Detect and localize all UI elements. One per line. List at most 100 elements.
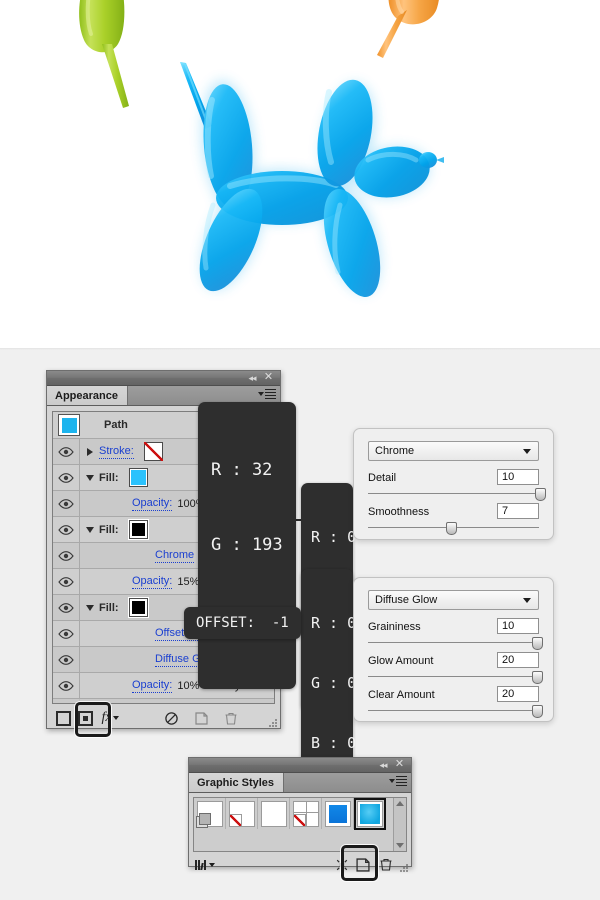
opacity-label[interactable]: Opacity: bbox=[132, 575, 173, 589]
tooltip-line-r: R : 32 bbox=[211, 460, 273, 480]
graphic-style-swatch-none[interactable] bbox=[228, 800, 255, 827]
graininess-field: Graininess 10 bbox=[368, 618, 543, 650]
fill-swatch-blue[interactable] bbox=[128, 468, 148, 487]
visibility-eye-icon[interactable] bbox=[53, 543, 80, 568]
glow-amount-slider[interactable] bbox=[368, 671, 543, 684]
chrome-smoothness-field: Smoothness 7 bbox=[368, 503, 539, 535]
diffuse-glow-effect-name: Diffuse Glow bbox=[375, 594, 438, 606]
disclosure-triangle[interactable] bbox=[80, 517, 99, 542]
chrome-effect-name: Chrome bbox=[375, 445, 415, 457]
new-graphic-style-icon[interactable] bbox=[355, 857, 371, 873]
graininess-value[interactable]: 10 bbox=[497, 618, 539, 634]
visibility-eye-icon[interactable] bbox=[53, 517, 80, 542]
clear-amount-field: Clear Amount 20 bbox=[368, 686, 543, 718]
screenshot-root: ◂◂ ✕ Appearance Path Stroke: Fill: Opaci… bbox=[0, 0, 600, 900]
appearance-row-opacity-default[interactable]: Opacity: Default bbox=[53, 699, 274, 703]
diffuse-glow-effect-select[interactable]: Diffuse Glow bbox=[368, 590, 539, 610]
chrome-smoothness-value[interactable]: 7 bbox=[497, 503, 539, 519]
graphic-style-cell-blue[interactable] bbox=[322, 798, 354, 829]
visibility-eye-icon[interactable] bbox=[53, 595, 80, 620]
graphic-style-cell-grid[interactable] bbox=[290, 798, 322, 829]
graphic-style-swatch-blue[interactable] bbox=[324, 800, 351, 827]
tooltip-line-g: G : 193 bbox=[211, 535, 283, 555]
stroke-label[interactable]: Stroke: bbox=[99, 445, 134, 459]
appearance-panel-titlebar[interactable]: ◂◂ ✕ bbox=[47, 371, 280, 386]
visibility-eye-icon-disabled[interactable] bbox=[53, 699, 80, 703]
fill-swatch-black[interactable] bbox=[128, 520, 148, 539]
graphic-styles-titlebar[interactable]: ◂◂ ✕ bbox=[189, 758, 411, 773]
graphic-styles-tabrow: Graphic Styles bbox=[189, 773, 411, 793]
glow-amount-field: Glow Amount 20 bbox=[368, 652, 543, 684]
stroke-swatch-none[interactable] bbox=[143, 442, 163, 461]
graphic-style-cell-plain[interactable] bbox=[258, 798, 290, 829]
tooltip-path-color: R : 32 G : 193 B : 254 bbox=[198, 402, 296, 689]
tooltip-line-r: R : 0 bbox=[311, 614, 357, 632]
panel-menu-icon[interactable] bbox=[389, 776, 407, 788]
visibility-eye-icon[interactable] bbox=[53, 491, 80, 516]
visibility-eye-icon[interactable] bbox=[53, 647, 80, 672]
resize-grip[interactable] bbox=[399, 863, 408, 872]
graphic-styles-panel[interactable]: ◂◂ ✕ Graphic Styles bbox=[188, 757, 412, 872]
clear-amount-slider[interactable] bbox=[368, 705, 543, 718]
visibility-eye-icon[interactable] bbox=[53, 465, 80, 490]
tooltip-line-r: R : 0 bbox=[311, 528, 357, 546]
add-new-effect-button[interactable]: fx bbox=[96, 709, 122, 727]
visibility-eye-icon[interactable] bbox=[53, 569, 80, 594]
delete-graphic-style-trash-icon[interactable] bbox=[379, 857, 393, 872]
graphic-style-swatch-plain[interactable] bbox=[260, 800, 287, 827]
visibility-eye-icon[interactable] bbox=[53, 621, 80, 646]
orange-balloon bbox=[377, 0, 439, 58]
disclosure-triangle[interactable] bbox=[80, 595, 99, 620]
visibility-eye-icon[interactable] bbox=[53, 439, 80, 464]
tab-graphic-styles-label: Graphic Styles bbox=[197, 776, 275, 789]
collapse-icon[interactable]: ◂◂ bbox=[246, 373, 258, 383]
tab-appearance[interactable]: Appearance bbox=[47, 386, 128, 405]
fill-label: Fill: bbox=[99, 601, 119, 614]
fx-label: fx bbox=[101, 710, 112, 725]
collapse-icon[interactable]: ◂◂ bbox=[377, 760, 389, 770]
add-new-stroke-button[interactable] bbox=[52, 709, 74, 727]
fill-swatch-black[interactable] bbox=[128, 598, 148, 617]
chrome-detail-field: Detail 10 bbox=[368, 469, 546, 501]
graininess-label: Graininess bbox=[368, 621, 421, 633]
chrome-detail-value[interactable]: 10 bbox=[497, 469, 539, 485]
chrome-effect-dialog[interactable]: Chrome Detail 10 Smoothness 7 bbox=[353, 428, 554, 540]
chevron-down-icon[interactable] bbox=[523, 598, 531, 603]
opacity-label[interactable]: Opacity: bbox=[132, 497, 173, 511]
graininess-slider[interactable] bbox=[368, 637, 543, 650]
disclosure-triangle[interactable] bbox=[80, 465, 99, 490]
graphic-styles-footer bbox=[189, 855, 411, 874]
delete-item-trash-icon[interactable] bbox=[220, 709, 242, 727]
chrome-effect-select[interactable]: Chrome bbox=[368, 441, 539, 461]
clear-amount-value[interactable]: 20 bbox=[497, 686, 539, 702]
resize-grip[interactable] bbox=[268, 718, 277, 727]
balloon-dog-artwork bbox=[79, 0, 444, 298]
opacity-label[interactable]: Opacity: bbox=[132, 679, 173, 693]
visibility-eye-icon[interactable] bbox=[53, 673, 80, 698]
chrome-effect-label[interactable]: Chrome bbox=[155, 549, 195, 563]
panel-menu-icon[interactable] bbox=[258, 389, 276, 401]
duplicate-item-icon[interactable] bbox=[190, 709, 212, 727]
break-link-icon[interactable] bbox=[335, 858, 349, 872]
chrome-smoothness-slider[interactable] bbox=[368, 522, 539, 535]
graphic-styles-libraries-icon[interactable] bbox=[195, 859, 215, 870]
glow-amount-value[interactable]: 20 bbox=[497, 652, 539, 668]
chrome-detail-label: Detail bbox=[368, 472, 397, 484]
graphic-style-cell-balloon[interactable] bbox=[353, 797, 386, 830]
add-new-fill-button[interactable] bbox=[74, 709, 96, 727]
graphic-style-swatch-grid[interactable] bbox=[292, 800, 319, 827]
artboard-bottom-edge bbox=[0, 348, 600, 350]
graphic-style-swatch-default[interactable] bbox=[195, 800, 223, 828]
clear-appearance-icon[interactable] bbox=[160, 709, 182, 727]
disclosure-triangle[interactable] bbox=[80, 439, 99, 464]
graphic-style-cell-default[interactable] bbox=[194, 798, 226, 829]
close-icon[interactable]: ✕ bbox=[263, 372, 274, 383]
chevron-down-icon[interactable] bbox=[523, 449, 531, 454]
graphic-style-swatch-balloon-selected[interactable] bbox=[353, 797, 386, 830]
close-icon[interactable]: ✕ bbox=[394, 759, 405, 770]
tab-graphic-styles[interactable]: Graphic Styles bbox=[189, 773, 285, 792]
graphic-style-cell-none[interactable] bbox=[226, 798, 258, 829]
diffuse-glow-effect-dialog[interactable]: Diffuse Glow Graininess 10 Glow Amount 2… bbox=[353, 577, 554, 722]
graphic-styles-scrollbar[interactable] bbox=[393, 798, 406, 851]
chrome-detail-slider[interactable] bbox=[368, 488, 546, 501]
